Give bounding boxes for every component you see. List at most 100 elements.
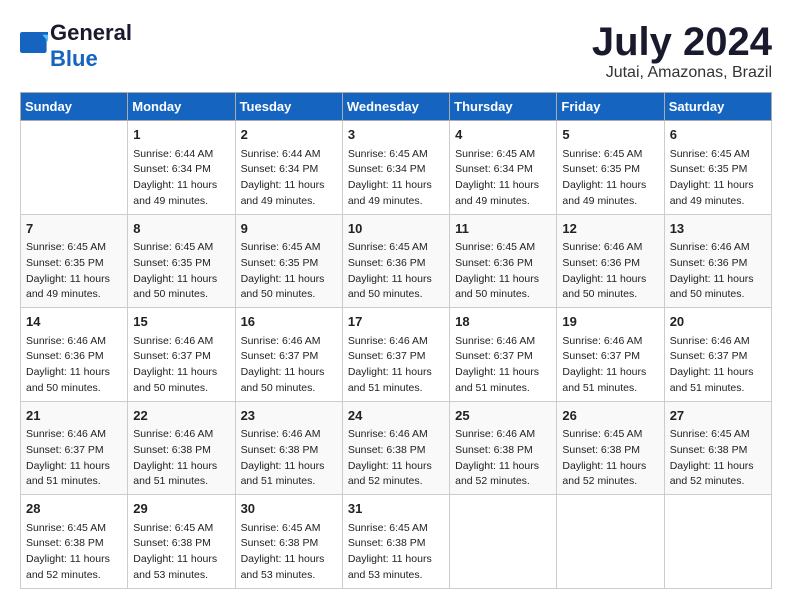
calendar-cell <box>450 495 557 589</box>
day-number: 13 <box>670 219 766 239</box>
day-info: Sunrise: 6:45 AMSunset: 6:34 PMDaylight:… <box>348 147 444 210</box>
day-info: Sunrise: 6:46 AMSunset: 6:37 PMDaylight:… <box>133 334 229 397</box>
calendar-cell: 14Sunrise: 6:46 AMSunset: 6:36 PMDayligh… <box>21 308 128 402</box>
page-header: General Blue July 2024 Jutai, Amazonas, … <box>20 20 772 82</box>
calendar-cell: 19Sunrise: 6:46 AMSunset: 6:37 PMDayligh… <box>557 308 664 402</box>
calendar-cell: 12Sunrise: 6:46 AMSunset: 6:36 PMDayligh… <box>557 214 664 308</box>
logo: General Blue <box>20 20 132 72</box>
calendar-cell: 11Sunrise: 6:45 AMSunset: 6:36 PMDayligh… <box>450 214 557 308</box>
day-info: Sunrise: 6:46 AMSunset: 6:37 PMDaylight:… <box>348 334 444 397</box>
calendar-cell: 31Sunrise: 6:45 AMSunset: 6:38 PMDayligh… <box>342 495 449 589</box>
weekday-header-sunday: Sunday <box>21 93 128 121</box>
day-number: 3 <box>348 125 444 145</box>
day-number: 11 <box>455 219 551 239</box>
calendar-cell <box>557 495 664 589</box>
day-info: Sunrise: 6:45 AMSunset: 6:38 PMDaylight:… <box>670 427 766 490</box>
day-info: Sunrise: 6:46 AMSunset: 6:37 PMDaylight:… <box>26 427 122 490</box>
calendar-cell: 7Sunrise: 6:45 AMSunset: 6:35 PMDaylight… <box>21 214 128 308</box>
day-number: 21 <box>26 406 122 426</box>
calendar-cell: 21Sunrise: 6:46 AMSunset: 6:37 PMDayligh… <box>21 401 128 495</box>
day-info: Sunrise: 6:46 AMSunset: 6:36 PMDaylight:… <box>26 334 122 397</box>
day-info: Sunrise: 6:45 AMSunset: 6:38 PMDaylight:… <box>348 521 444 584</box>
day-number: 4 <box>455 125 551 145</box>
day-number: 26 <box>562 406 658 426</box>
day-number: 10 <box>348 219 444 239</box>
day-info: Sunrise: 6:46 AMSunset: 6:38 PMDaylight:… <box>241 427 337 490</box>
calendar-cell: 15Sunrise: 6:46 AMSunset: 6:37 PMDayligh… <box>128 308 235 402</box>
day-number: 31 <box>348 499 444 519</box>
day-info: Sunrise: 6:45 AMSunset: 6:35 PMDaylight:… <box>26 240 122 303</box>
day-info: Sunrise: 6:44 AMSunset: 6:34 PMDaylight:… <box>133 147 229 210</box>
day-info: Sunrise: 6:45 AMSunset: 6:38 PMDaylight:… <box>133 521 229 584</box>
calendar-cell: 8Sunrise: 6:45 AMSunset: 6:35 PMDaylight… <box>128 214 235 308</box>
day-info: Sunrise: 6:45 AMSunset: 6:38 PMDaylight:… <box>241 521 337 584</box>
day-info: Sunrise: 6:45 AMSunset: 6:35 PMDaylight:… <box>562 147 658 210</box>
day-info: Sunrise: 6:45 AMSunset: 6:36 PMDaylight:… <box>455 240 551 303</box>
month-title: July 2024 <box>592 20 772 64</box>
day-number: 5 <box>562 125 658 145</box>
day-number: 30 <box>241 499 337 519</box>
calendar-cell: 25Sunrise: 6:46 AMSunset: 6:38 PMDayligh… <box>450 401 557 495</box>
week-row-5: 28Sunrise: 6:45 AMSunset: 6:38 PMDayligh… <box>21 495 772 589</box>
day-number: 22 <box>133 406 229 426</box>
day-number: 27 <box>670 406 766 426</box>
calendar-cell: 22Sunrise: 6:46 AMSunset: 6:38 PMDayligh… <box>128 401 235 495</box>
calendar-cell: 1Sunrise: 6:44 AMSunset: 6:34 PMDaylight… <box>128 121 235 215</box>
weekday-header-thursday: Thursday <box>450 93 557 121</box>
day-number: 1 <box>133 125 229 145</box>
day-number: 12 <box>562 219 658 239</box>
week-row-2: 7Sunrise: 6:45 AMSunset: 6:35 PMDaylight… <box>21 214 772 308</box>
weekday-header-saturday: Saturday <box>664 93 771 121</box>
calendar-table: SundayMondayTuesdayWednesdayThursdayFrid… <box>20 92 772 589</box>
day-number: 18 <box>455 312 551 332</box>
logo-text: General Blue <box>50 20 132 72</box>
day-number: 15 <box>133 312 229 332</box>
day-number: 29 <box>133 499 229 519</box>
day-info: Sunrise: 6:45 AMSunset: 6:35 PMDaylight:… <box>133 240 229 303</box>
day-info: Sunrise: 6:45 AMSunset: 6:35 PMDaylight:… <box>241 240 337 303</box>
calendar-cell: 5Sunrise: 6:45 AMSunset: 6:35 PMDaylight… <box>557 121 664 215</box>
day-info: Sunrise: 6:45 AMSunset: 6:35 PMDaylight:… <box>670 147 766 210</box>
calendar-cell: 26Sunrise: 6:45 AMSunset: 6:38 PMDayligh… <box>557 401 664 495</box>
calendar-cell: 3Sunrise: 6:45 AMSunset: 6:34 PMDaylight… <box>342 121 449 215</box>
logo-icon <box>20 32 48 60</box>
calendar-cell: 17Sunrise: 6:46 AMSunset: 6:37 PMDayligh… <box>342 308 449 402</box>
calendar-cell: 9Sunrise: 6:45 AMSunset: 6:35 PMDaylight… <box>235 214 342 308</box>
calendar-cell <box>664 495 771 589</box>
day-number: 16 <box>241 312 337 332</box>
day-number: 24 <box>348 406 444 426</box>
day-info: Sunrise: 6:45 AMSunset: 6:34 PMDaylight:… <box>455 147 551 210</box>
calendar-cell: 24Sunrise: 6:46 AMSunset: 6:38 PMDayligh… <box>342 401 449 495</box>
day-info: Sunrise: 6:46 AMSunset: 6:37 PMDaylight:… <box>562 334 658 397</box>
calendar-cell: 23Sunrise: 6:46 AMSunset: 6:38 PMDayligh… <box>235 401 342 495</box>
day-number: 8 <box>133 219 229 239</box>
day-number: 20 <box>670 312 766 332</box>
day-number: 6 <box>670 125 766 145</box>
day-number: 25 <box>455 406 551 426</box>
calendar-cell: 6Sunrise: 6:45 AMSunset: 6:35 PMDaylight… <box>664 121 771 215</box>
day-info: Sunrise: 6:44 AMSunset: 6:34 PMDaylight:… <box>241 147 337 210</box>
calendar-cell: 29Sunrise: 6:45 AMSunset: 6:38 PMDayligh… <box>128 495 235 589</box>
calendar-cell: 18Sunrise: 6:46 AMSunset: 6:37 PMDayligh… <box>450 308 557 402</box>
day-info: Sunrise: 6:46 AMSunset: 6:36 PMDaylight:… <box>670 240 766 303</box>
day-number: 17 <box>348 312 444 332</box>
weekday-header-row: SundayMondayTuesdayWednesdayThursdayFrid… <box>21 93 772 121</box>
calendar-cell <box>21 121 128 215</box>
weekday-header-tuesday: Tuesday <box>235 93 342 121</box>
day-info: Sunrise: 6:46 AMSunset: 6:38 PMDaylight:… <box>133 427 229 490</box>
day-number: 14 <box>26 312 122 332</box>
day-info: Sunrise: 6:46 AMSunset: 6:37 PMDaylight:… <box>455 334 551 397</box>
week-row-3: 14Sunrise: 6:46 AMSunset: 6:36 PMDayligh… <box>21 308 772 402</box>
week-row-4: 21Sunrise: 6:46 AMSunset: 6:37 PMDayligh… <box>21 401 772 495</box>
day-info: Sunrise: 6:45 AMSunset: 6:38 PMDaylight:… <box>562 427 658 490</box>
title-block: July 2024 Jutai, Amazonas, Brazil <box>592 20 772 82</box>
day-info: Sunrise: 6:46 AMSunset: 6:38 PMDaylight:… <box>348 427 444 490</box>
calendar-cell: 28Sunrise: 6:45 AMSunset: 6:38 PMDayligh… <box>21 495 128 589</box>
calendar-cell: 13Sunrise: 6:46 AMSunset: 6:36 PMDayligh… <box>664 214 771 308</box>
calendar-cell: 4Sunrise: 6:45 AMSunset: 6:34 PMDaylight… <box>450 121 557 215</box>
day-info: Sunrise: 6:46 AMSunset: 6:37 PMDaylight:… <box>670 334 766 397</box>
weekday-header-monday: Monday <box>128 93 235 121</box>
day-number: 9 <box>241 219 337 239</box>
day-info: Sunrise: 6:46 AMSunset: 6:37 PMDaylight:… <box>241 334 337 397</box>
calendar-cell: 30Sunrise: 6:45 AMSunset: 6:38 PMDayligh… <box>235 495 342 589</box>
